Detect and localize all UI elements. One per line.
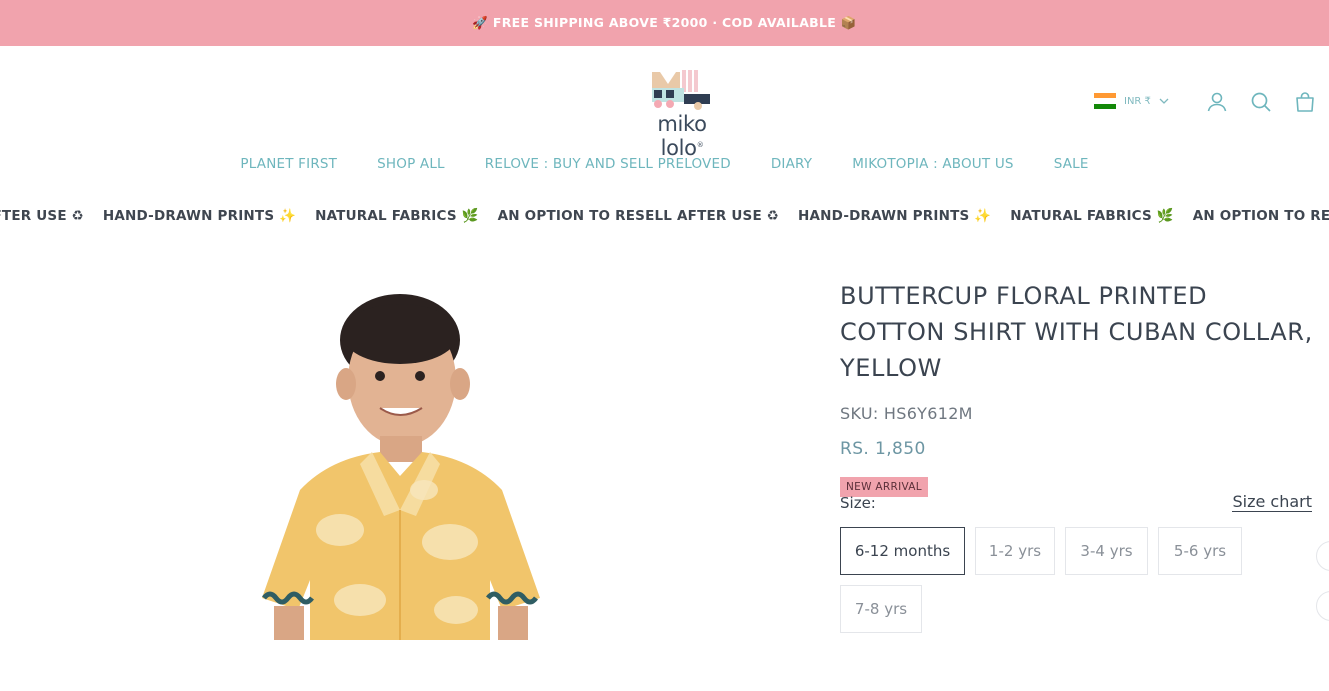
main-nav: PLANET FIRST SHOP ALL RELOVE : BUY AND S… — [0, 156, 1329, 178]
nav-item-shop-all[interactable]: SHOP ALL — [377, 156, 445, 178]
nav-item-relove[interactable]: RELOVE : BUY AND SELL PRELOVED — [485, 156, 731, 178]
floating-button[interactable] — [1316, 541, 1329, 571]
trademark-icon: ® — [696, 141, 704, 149]
nav-item-sale[interactable]: SALE — [1054, 156, 1089, 178]
product-info: BUTTERCUP FLORAL PRINTED COTTON SHIRT WI… — [840, 278, 1315, 497]
announcement-bar: 🚀 FREE SHIPPING ABOVE ₹2000 · COD AVAILA… — [0, 0, 1329, 46]
size-row: Size: Size chart — [840, 492, 1312, 516]
logo-text: miko lolo® — [634, 112, 730, 160]
product-photo-illustration — [262, 294, 540, 640]
size-option-6-12-months[interactable]: 6-12 months — [840, 527, 965, 575]
marquee-item: HAND-DRAWN PRINTS ✨ — [798, 208, 992, 224]
marquee-track: SELL AFTER USE ♻ HAND-DRAWN PRINTS ✨ NAT… — [0, 208, 1329, 224]
marquee-item: AN OPTION TO RESELL AFTER USE ♻ — [1192, 208, 1329, 224]
marquee-item: SELL AFTER USE ♻ — [0, 208, 84, 224]
product-sku: SKU: HS6Y612M — [840, 404, 973, 423]
currency-label: INR ₹ — [1124, 95, 1151, 107]
bag-icon[interactable] — [1293, 90, 1317, 114]
size-option-1-2-yrs[interactable]: 1-2 yrs — [975, 527, 1055, 575]
logo[interactable]: miko lolo® — [634, 68, 730, 160]
account-icon[interactable] — [1205, 90, 1229, 114]
marquee-item: HAND-DRAWN PRINTS ✨ — [102, 208, 297, 224]
site-header: miko lolo® INR ₹ — [0, 46, 1329, 160]
nav-item-mikotopia[interactable]: MIKOTOPIA : ABOUT US — [852, 156, 1014, 178]
announcement-text: 🚀 FREE SHIPPING ABOVE ₹2000 · COD AVAILA… — [472, 15, 857, 30]
nav-item-planet-first[interactable]: PLANET FIRST — [240, 156, 337, 178]
size-option-3-4-yrs[interactable]: 3-4 yrs — [1065, 527, 1148, 575]
marquee-item: AN OPTION TO RESELL AFTER USE ♻ — [497, 208, 780, 224]
marquee-item: NATURAL FABRICS 🌿 — [1010, 208, 1174, 224]
product-image[interactable] — [240, 280, 570, 640]
product-title: BUTTERCUP FLORAL PRINTED COTTON SHIRT WI… — [840, 282, 1313, 382]
nav-item-diary[interactable]: DIARY — [771, 156, 812, 178]
size-chart-link[interactable]: Size chart — [1232, 492, 1312, 512]
floating-button[interactable] — [1316, 591, 1329, 621]
chevron-down-icon — [1159, 98, 1169, 104]
india-flag-icon — [1094, 93, 1116, 109]
logo-text-label: miko lolo — [657, 112, 707, 160]
marquee-item: NATURAL FABRICS 🌿 — [315, 208, 479, 224]
feature-marquee: SELL AFTER USE ♻ HAND-DRAWN PRINTS ✨ NAT… — [0, 204, 1329, 230]
size-label: Size: — [840, 494, 876, 512]
product-price: RS. 1,850 — [840, 439, 926, 459]
size-option-7-8-yrs[interactable]: 7-8 yrs — [840, 585, 922, 633]
size-option-5-6-yrs[interactable]: 5-6 yrs — [1158, 527, 1242, 575]
search-icon[interactable] — [1249, 90, 1273, 114]
logo-mark-icon — [652, 70, 710, 110]
currency-selector[interactable]: INR ₹ — [1094, 92, 1169, 110]
